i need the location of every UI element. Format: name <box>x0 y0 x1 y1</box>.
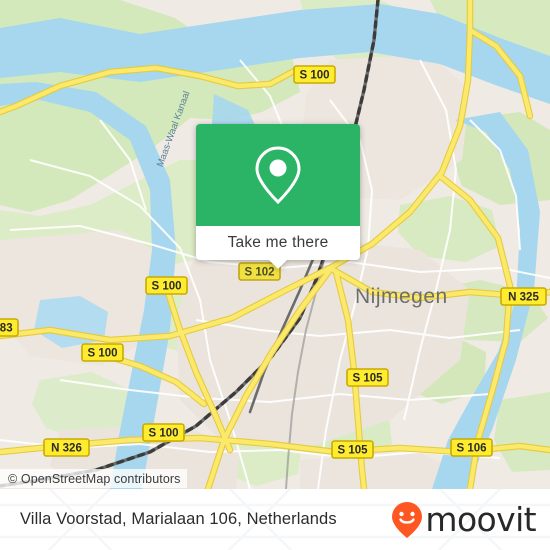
road-shield[interactable]: S 100 <box>142 423 185 442</box>
road-shield[interactable]: S 100 <box>145 276 188 295</box>
road-shield[interactable]: S 105 <box>331 440 374 459</box>
address-text: Villa Voorstad, Marialaan 106, Netherlan… <box>20 510 337 528</box>
footer-bar: Villa Voorstad, Marialaan 106, Netherlan… <box>0 489 550 550</box>
svg-text:S 100: S 100 <box>299 70 329 82</box>
svg-text:S 105: S 105 <box>352 373 383 385</box>
take-me-there-button[interactable]: Take me there <box>196 226 360 260</box>
svg-text:S 100: S 100 <box>148 428 178 440</box>
svg-text:S 100: S 100 <box>151 281 181 293</box>
road-shield[interactable]: 783 <box>0 318 19 337</box>
svg-text:N 326: N 326 <box>51 443 82 455</box>
map-attribution: © OpenStreetMap contributors <box>0 469 187 488</box>
moovit-logo[interactable]: moovit <box>390 500 537 540</box>
take-me-there-label: Take me there <box>227 234 329 251</box>
road-shield[interactable]: S 106 <box>450 438 493 457</box>
road-shield[interactable]: S 105 <box>346 368 389 387</box>
road-shield[interactable]: S 100 <box>81 343 124 362</box>
popup-pointer <box>268 259 288 269</box>
svg-text:S 106: S 106 <box>456 443 486 455</box>
moovit-pin-smile-icon <box>392 501 423 538</box>
city-label-nijmegen: Nijmegen <box>355 285 448 308</box>
destination-popup[interactable]: Take me there <box>196 124 360 269</box>
svg-text:N 325: N 325 <box>508 292 539 304</box>
road-shield[interactable]: N 326 <box>43 438 90 457</box>
map-pin-icon <box>255 146 301 205</box>
svg-text:S 100: S 100 <box>87 348 117 360</box>
road-shield[interactable]: S 100 <box>293 65 336 84</box>
popup-icon-area <box>196 124 360 226</box>
road-shield[interactable]: N 325 <box>500 287 547 306</box>
svg-text:S 105: S 105 <box>337 445 368 457</box>
svg-text:783: 783 <box>0 323 13 335</box>
map-label-city: Nijmegen <box>355 285 448 308</box>
moovit-map-card: Maas-Waal Kanaal Nijmegen S 100 S 100 83… <box>0 0 550 550</box>
attribution-text: © OpenStreetMap contributors <box>8 471 181 486</box>
moovit-wordmark: moovit <box>425 500 536 539</box>
